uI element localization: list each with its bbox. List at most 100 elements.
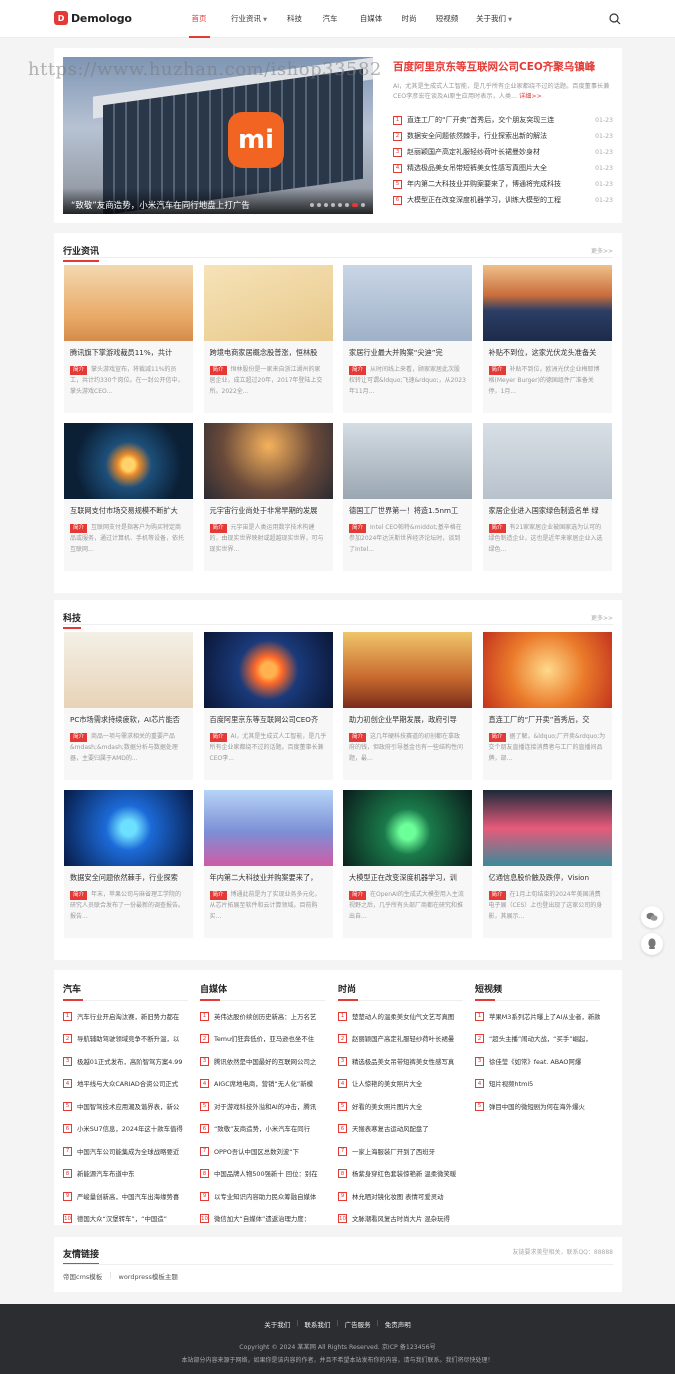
article-card[interactable]: 德国工厂世界第一！将造1.5nm工 简介 Intel CEO帕特&middot;基辛… [343,423,472,571]
category-list-item[interactable]: 7 中国汽车公司能集成为全球战略要近 [63,1140,188,1163]
nav-item[interactable]: 关于我们 ▼ [469,0,519,38]
article-card[interactable]: 互联网支付市场交易规模不断扩大 简介 互联网支付是指客户为购买特定商品或服务，通过计… [64,423,193,571]
section-more-link[interactable]: 更多>> [591,613,613,622]
category-list-item[interactable]: 2 导航辅助驾驶领域竞争不断升温，以 [63,1028,188,1051]
article-thumbnail[interactable] [203,423,333,499]
category-column-title[interactable]: 自媒体 [200,982,325,1001]
category-column-title[interactable]: 时尚 [338,982,463,1001]
article-thumbnail[interactable] [203,265,333,341]
article-title[interactable]: 家居行业最大并购案“尖迪”完 [343,341,472,358]
article-card[interactable]: 家居企业进入国家绿色制造名单 绿简介 有21家家居企业被国家选为认可的绿色制造企业… [482,423,612,571]
article-thumbnail[interactable] [482,265,612,341]
category-list-item[interactable]: 9 以专业知识内容助力民众筹融自媒体 [200,1185,325,1208]
article-thumbnail[interactable] [343,790,472,866]
article-title[interactable]: 家居企业进入国家绿色制造名单 绿 [483,499,612,516]
category-list-item[interactable]: 3 极越01正式发布，高阶智驾方案4.99 [63,1050,188,1073]
article-card[interactable]: 腾讯旗下掌游戏裁员11%，共计 简介 掌头游戏宣布，将裁减11%的员工，共计约330… [64,265,193,413]
category-list-item[interactable]: 5 对于游戏科技外溢和AI的冲击，腾讯 [200,1095,325,1118]
category-list-item[interactable]: 3 腾讯依然是中国最好的互联网公司之 [200,1050,325,1073]
category-list-item[interactable]: 2 “超头主播”闹动大战，“买手”崛起， [475,1028,600,1051]
headline-item[interactable]: 6 大模型正在改变深度机器学习，训练大模型的工程 01-23 [393,192,613,208]
nav-item[interactable]: 首页 [178,0,220,38]
category-list-item[interactable]: 1 苹果M3系列芯片曝上了AI从业者，新款 [475,1005,600,1028]
category-list-item[interactable]: 8 中国品牌人物500强新十 回位：别在 [200,1163,325,1186]
nav-item[interactable]: 时尚 [393,0,425,38]
article-card[interactable]: 跨境电商家居概念股普涨，恒林股 简介 恒林股份是一家来自浙江湖州的家居企业，成立超过… [203,265,333,413]
article-card[interactable]: 家居行业最大并购案“尖迪”完 简介 从时间线上来看，顾家家居此次股权转让可谓&ldq… [343,265,472,413]
headline-item[interactable]: 3 赵丽颖国产高定礼服轻纱荷叶长裙曼妙身材 01-23 [393,144,613,160]
slide-caption[interactable]: “致敬”友商造势，小米汽车在同行地盘上打广告 [71,199,250,211]
nav-item[interactable]: 短视频 [425,0,469,38]
article-thumbnail[interactable] [482,423,612,499]
article-card[interactable]: 数据安全问题依然棘手，行业探索 简介 年末，苹果公司与麻省理工学院的研究人员联合发布… [64,790,193,938]
slider-dot[interactable] [338,203,342,207]
article-card[interactable]: 大模型正在改变深度机器学习，训 简介 在OpenAI的生成式大模型用入主流视野之后，… [343,790,472,938]
article-card[interactable]: 补贴不到位，这家光伏龙头准备关 简介 补贴不到位，欧洲光伏企业梅耶博格(Meyer … [482,265,612,413]
category-list-item[interactable]: 6 “致敬”友商造势，小米汽车在同行 [200,1118,325,1141]
nav-item[interactable]: 汽车 [311,0,349,38]
article-thumbnail[interactable] [203,632,333,708]
article-card[interactable]: 年内第二大科技业并购案要来了， 简介 博通此前是为了实现业务多元化，从芯片拓展至软件… [203,790,333,938]
footer-link[interactable]: 免责声明 [385,1319,411,1329]
category-list-item[interactable]: 1 英伟达股价续创历史新高：上万名艺 [200,1005,325,1028]
category-column-title[interactable]: 短视频 [475,982,600,1001]
category-list-item[interactable]: 3 精选极品美女吊带短裤美女性感写真 [338,1050,463,1073]
friend-link[interactable]: wordpress模板主题 [119,1271,178,1281]
category-list-item[interactable]: 1 楚楚动人的温柔美女仙气文艺写真图 [338,1005,463,1028]
category-list-item[interactable]: 5 好看的美女照片图片大全 [338,1095,463,1118]
article-card[interactable]: 亿通信息股价触及跌停，Vision 简介 在1月上旬结束的2024年美国消费电子展（… [482,790,612,938]
category-list-item[interactable]: 2 Temu们狂奔低价，亚马逊也坐不住 [200,1028,325,1051]
article-title[interactable]: 数据安全问题依然棘手，行业探索 [64,866,193,883]
headline-title[interactable]: 百度阿里京东等互联网公司CEO齐聚乌镇峰 [393,59,613,74]
category-list-item[interactable]: 6 小米SU7信息，2024年这十款车值得 [63,1118,188,1141]
category-list-item[interactable]: 3 徐佳莹《如常》feat. ABAO阿爆 [475,1050,600,1073]
article-title[interactable]: 直连工厂的“厂开卖”首秀后，交 [483,708,612,725]
nav-item[interactable]: 自媒体 [349,0,393,38]
slider-dot[interactable] [324,203,328,207]
article-title[interactable]: 亿通信息股价触及跌停，Vision [483,866,612,883]
category-list-item[interactable]: 4 地平线与大众CARIAD合资公司正式 [63,1073,188,1096]
headline-item[interactable]: 5 年内第二大科技业并购案要来了，博通将完成科技 01-23 [393,176,613,192]
article-thumbnail[interactable] [343,632,472,708]
article-title[interactable]: 互联网支付市场交易规模不断扩大 [64,499,193,516]
article-card[interactable]: PC市场需求持续疲软，AI芯片能否 简介 商品一项与需求相关的重要产品&mdash;… [64,632,193,780]
article-title[interactable]: 德国工厂世界第一！将造1.5nm工 [343,499,472,516]
article-card[interactable]: 元宇宙行业尚处于非常早期的发展 简介 元宇宙是人类运用数字技术构建的，由现实世界映射… [203,423,333,571]
article-title[interactable]: 补贴不到位，这家光伏龙头准备关 [483,341,612,358]
category-list-item[interactable]: 10 文脉潮看风复古时尚大片 混杂玩得 [338,1208,463,1231]
slider-dot[interactable] [310,203,314,207]
headline-item[interactable]: 4 精选极品美女吊带短裤美女性感写真图片大全 01-23 [393,160,613,176]
article-thumbnail[interactable] [64,632,193,708]
headline-item[interactable]: 1 直连工厂的“厂开卖”首秀后，交个朋友突现三连 01-23 [393,112,613,128]
section-title[interactable]: 科技 [63,611,82,629]
category-list-item[interactable]: 9 严峻量创新高，中国汽车出海缘势喜 [63,1185,188,1208]
footer-link[interactable]: 广告服务 [345,1319,371,1329]
category-list-item[interactable]: 10 微信加大“自媒体”遗返治理力度： [200,1208,325,1231]
article-title[interactable]: 大模型正在改变深度机器学习，训 [343,866,472,883]
headline-more-link[interactable]: 详细>> [519,93,542,100]
category-list-item[interactable]: 2 赵丽颖国产高定礼服轻纱荷叶长裙曼 [338,1028,463,1051]
section-title[interactable]: 行业资讯 [63,244,100,262]
article-thumbnail[interactable] [343,265,472,341]
article-card[interactable]: 助力初创企业早期发展，政府引导 简介 这几年硬科技赛道的初创都在拿政府的钱，但政府引… [343,632,472,780]
article-card[interactable]: 直连工厂的“厂开卖”首秀后，交 简介 据了解，&ldquo;厂开卖&rdquo;为交… [482,632,612,780]
article-thumbnail[interactable] [64,265,193,341]
slider-dot[interactable] [352,203,358,207]
article-title[interactable]: 元宇宙行业尚处于非常早期的发展 [204,499,333,516]
article-title[interactable]: 腾讯旗下掌游戏裁员11%，共计 [64,341,193,358]
category-list-item[interactable]: 4 让人惊艳的美女照片大全 [338,1073,463,1096]
footer-link[interactable]: 关于我们 [264,1319,290,1329]
nav-item[interactable]: 行业资讯 ▼ [220,0,278,38]
category-list-item[interactable]: 1 汽车行业开启淘汰赛，新旧势力都在 [63,1005,188,1028]
article-thumbnail[interactable] [343,423,472,499]
article-title[interactable]: PC市场需求持续疲软，AI芯片能否 [64,708,193,725]
category-list-item[interactable]: 9 林允晒对镜化妆图 表情可爱灵动 [338,1185,463,1208]
category-list-item[interactable]: 7 一家上海服装厂开到了西班牙 [338,1140,463,1163]
friend-link[interactable]: 帝国cms模板 [63,1271,102,1281]
category-column-title[interactable]: 汽车 [63,982,188,1001]
category-list-item[interactable]: 5 弹目中国的微短剧为何在海外爆火 [475,1095,600,1118]
slider-dot[interactable] [345,203,349,207]
article-thumbnail[interactable] [64,423,193,499]
site-logo[interactable]: D Demologo [54,11,132,25]
category-list-item[interactable]: 10 德国大众“汉堡转车”，“中国造” [63,1208,188,1231]
